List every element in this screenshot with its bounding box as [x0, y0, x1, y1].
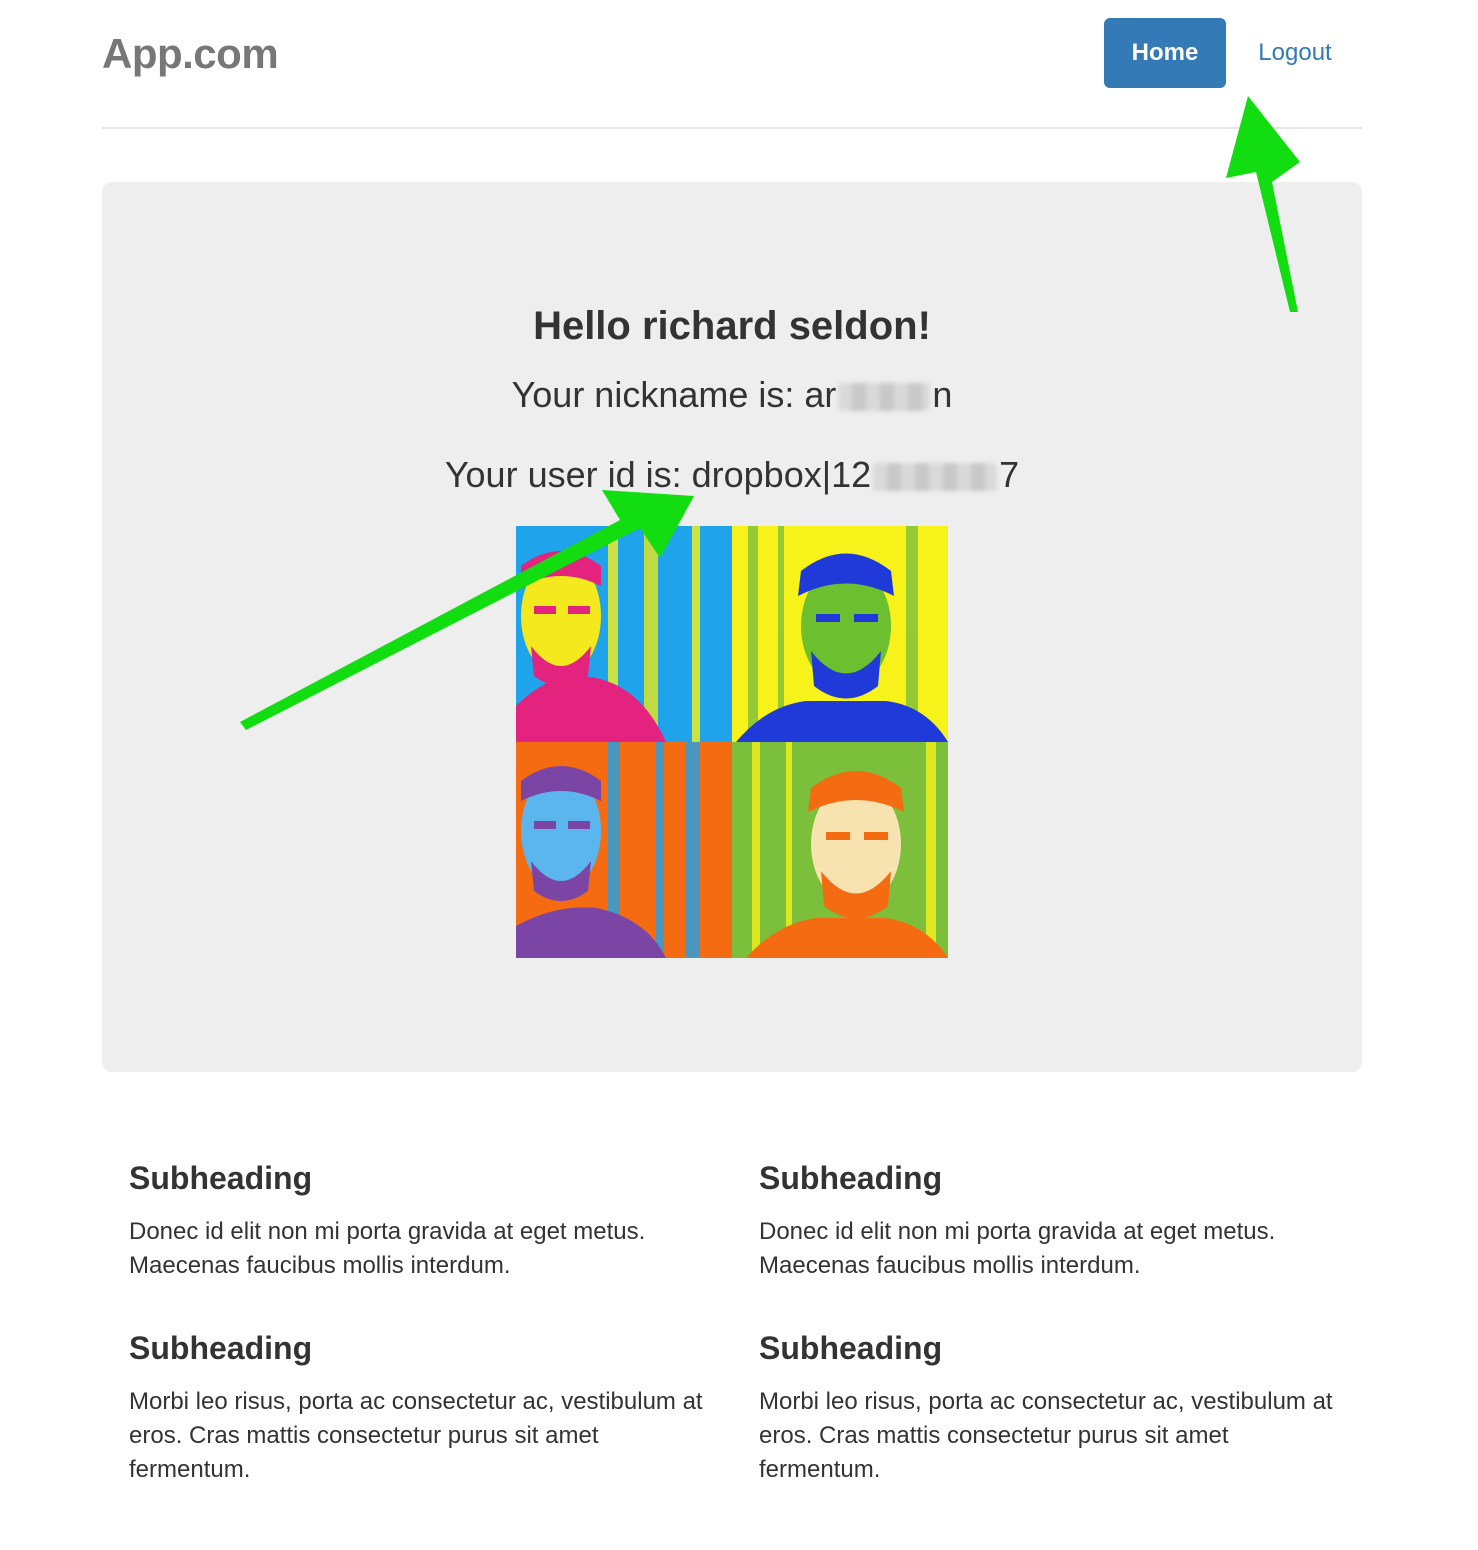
logout-link[interactable]: Logout	[1232, 18, 1358, 88]
feature-section: Subheading Morbi leo risus, porta ac con…	[129, 1330, 709, 1487]
site-header: App.com Home Logout	[102, 0, 1362, 129]
section-body: Donec id elit non mi porta gravida at eg…	[129, 1218, 646, 1279]
section-heading: Subheading	[129, 1160, 313, 1196]
nickname-suffix: n	[932, 374, 953, 415]
jumbotron: Hello richard seldon! Your nickname is: …	[102, 182, 1362, 1072]
feature-section: Subheading Morbi leo risus, porta ac con…	[759, 1330, 1339, 1487]
feature-section: Subheading Donec id elit non mi porta gr…	[129, 1160, 709, 1283]
brand-logo[interactable]: App.com	[102, 30, 279, 78]
section-body: Donec id elit non mi porta gravida at eg…	[759, 1218, 1276, 1279]
avatar	[516, 526, 948, 958]
feature-section: Subheading Donec id elit non mi porta gr…	[759, 1160, 1339, 1283]
greeting-heading: Hello richard seldon!	[533, 304, 931, 348]
redacted-blur	[873, 463, 998, 492]
user-id-suffix: 7	[999, 454, 1020, 495]
section-heading: Subheading	[759, 1330, 943, 1366]
redacted-blur	[838, 383, 931, 412]
nickname-prefix: Your nickname is: ar	[511, 374, 837, 415]
section-heading: Subheading	[129, 1330, 313, 1366]
user-id-prefix: Your user id is: dropbox|12	[444, 454, 872, 495]
home-nav-button[interactable]: Home	[1104, 18, 1226, 88]
section-heading: Subheading	[759, 1160, 943, 1196]
nickname-line: Your nickname is: ar n	[102, 374, 1362, 416]
section-body: Morbi leo risus, porta ac consectetur ac…	[129, 1388, 703, 1483]
section-body: Morbi leo risus, porta ac consectetur ac…	[759, 1388, 1333, 1483]
user-id-line: Your user id is: dropbox|12 7	[102, 454, 1362, 496]
